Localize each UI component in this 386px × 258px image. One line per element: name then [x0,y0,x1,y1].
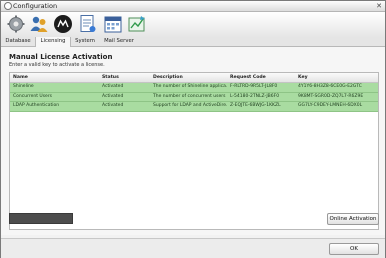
users-icon[interactable] [29,14,49,34]
column-header-status[interactable]: Status [102,73,119,82]
table-row[interactable]: Concurrent Users Activated The number of… [10,92,378,102]
cell-request-code: Z-EQJTE-6BWJG-1KKZL [230,103,281,108]
tab-mail-server[interactable]: Mail Server [101,37,137,46]
ok-button[interactable]: OK [329,243,379,255]
cell-key: 4Y1Y6-8H3Z8-6CE0G-E2GTC [298,84,362,89]
cell-status: Activated [102,84,124,89]
cell-name: LDAP Authentication [13,103,60,108]
table-row[interactable]: LDAP Authentication Activated Support fo… [10,102,378,112]
page-title: Manual License Activation [9,53,113,61]
database-gear-icon[interactable] [7,14,25,34]
mail-document-icon[interactable] [79,14,97,34]
cell-status: Activated [102,103,124,108]
column-header-request-code[interactable]: Request Code [230,73,266,82]
tab-licensing[interactable]: Licensing [35,37,71,47]
cell-name: Shineline [13,84,34,89]
cell-name: Concurrent Users [13,93,53,99]
column-header-key[interactable]: Key [298,73,308,82]
column-header-description[interactable]: Description [153,73,183,82]
license-table: Name Status Description Request Code Key… [9,72,379,230]
tab-database[interactable]: Database [3,37,33,46]
online-activation-button[interactable]: Online Activation [327,213,379,225]
window-title: Configuration [13,2,58,10]
system-logo-icon[interactable] [53,14,73,34]
page-instructions: Enter a valid key to activate a license. [9,62,105,68]
calendar-icon[interactable] [103,14,123,34]
app-icon [4,2,12,10]
configuration-window: Configuration ✕ Database Licensing Syste… [0,0,386,258]
table-header: Name Status Description Request Code Key [10,73,378,83]
dialog-footer: OK [1,238,385,258]
tab-strip: Database Licensing System Mail Server [1,37,385,47]
column-header-name[interactable]: Name [13,73,28,82]
cell-description: Support for LDAP and ActiveDire... [153,103,227,108]
tab-system[interactable]: System [71,37,99,46]
cell-description: The number of concurrent users ... [153,93,227,99]
activation-progress-bar [9,213,73,224]
table-row[interactable]: Shineline Activated The number of Shinel… [10,83,378,93]
cell-status: Activated [102,93,124,99]
title-bar: Configuration ✕ [1,1,385,12]
cell-request-code: F-RLTRD-9R5LT-JL8F0 [230,84,278,89]
licensing-panel: Manual License Activation Enter a valid … [1,47,385,235]
cell-request-code: L-54180-2TNLZ-JB6F0 [230,93,280,99]
cell-description: The number of Shineline applica... [153,84,227,89]
close-icon[interactable]: ✕ [376,1,382,11]
cell-key: GG7LY-C9DEY-LMNEH-6DX0L [298,103,363,108]
chart-icon[interactable] [127,14,147,34]
cell-key: 9K8MT-SGR0D-ZQ7L7-R6Z9E [298,93,364,99]
toolbar [1,12,385,37]
